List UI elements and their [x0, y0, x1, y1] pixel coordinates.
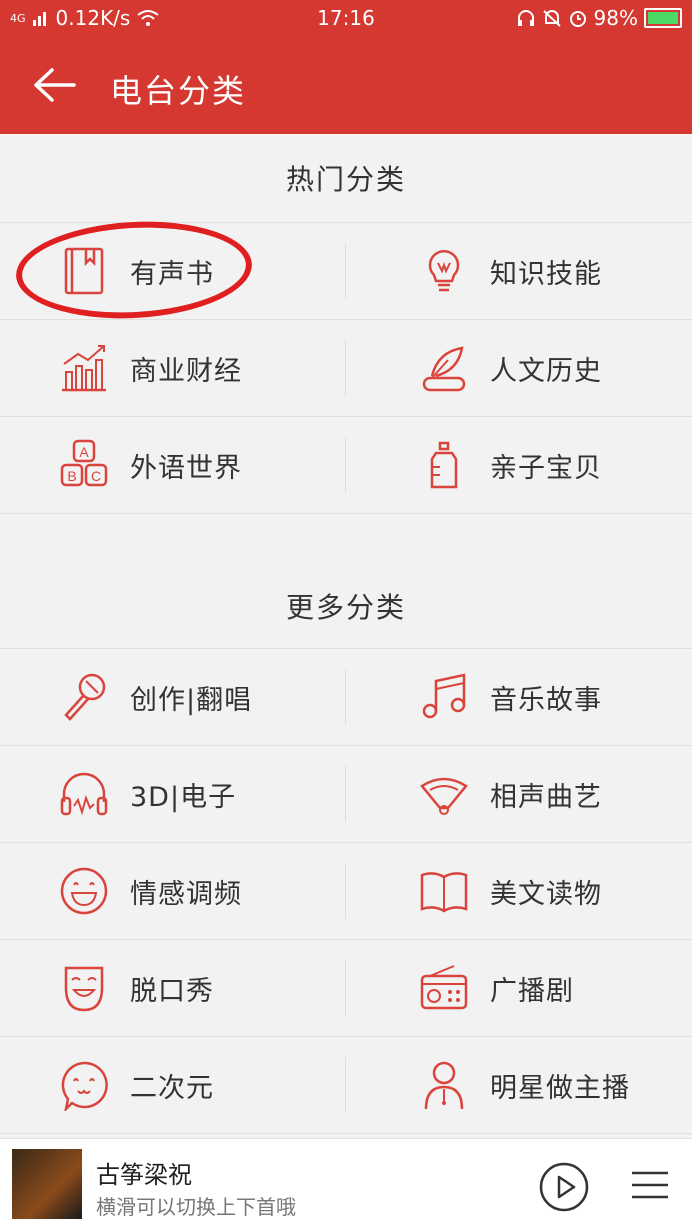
- lightbulb-icon: [428, 249, 460, 292]
- category-label: 二次元: [130, 1072, 214, 1104]
- category-label: 知识技能: [490, 258, 602, 290]
- category-business[interactable]: 商业财经: [0, 320, 345, 416]
- category-label: 脱口秀: [130, 975, 214, 1007]
- category-music-story[interactable]: 音乐故事: [346, 649, 691, 745]
- more-category-grid: 创作|翻唱 音乐故事 3D|电子 相声曲艺 情感调频 美文读物 脱口秀 广播剧 …: [0, 648, 692, 1134]
- category-row: 脱口秀 广播剧: [0, 939, 692, 1036]
- category-label: 情感调频: [130, 878, 242, 910]
- category-label: 广播剧: [490, 975, 574, 1007]
- fan-icon: [420, 777, 468, 815]
- category-emotion[interactable]: 情感调频: [0, 843, 345, 939]
- anime-face-icon: [61, 1061, 108, 1111]
- hot-section-heading: 热门分类: [285, 163, 406, 196]
- abc-blocks-icon: AB C: [60, 439, 108, 487]
- album-cover[interactable]: [12, 1149, 82, 1219]
- category-talkshow[interactable]: 脱口秀: [0, 940, 345, 1036]
- mini-player[interactable]: 古筝梁祝 横滑可以切换上下首哦: [0, 1138, 692, 1231]
- category-label: 美文读物: [490, 878, 602, 910]
- category-label: 明星做主播: [490, 1072, 630, 1104]
- svg-text:C: C: [91, 468, 101, 484]
- category-star-host[interactable]: 明星做主播: [346, 1037, 691, 1133]
- radio-icon: [420, 965, 468, 1010]
- category-label: 商业财经: [130, 355, 242, 387]
- category-knowledge[interactable]: 知识技能: [346, 223, 691, 319]
- status-bar: 4G 0.12K/s 17:16 98%: [0, 0, 692, 36]
- battery-level: 98%: [593, 6, 638, 30]
- play-icon[interactable]: [538, 1161, 590, 1213]
- category-label: 创作|翻唱: [130, 684, 253, 716]
- alarm-icon: [569, 11, 586, 27]
- category-language[interactable]: ABC 外语世界: [0, 417, 345, 513]
- open-book-icon: [420, 872, 468, 913]
- category-cover-singing[interactable]: 创作|翻唱: [0, 649, 345, 745]
- microphone-icon: [64, 673, 106, 721]
- category-row: 商业财经 人文历史: [0, 319, 692, 416]
- category-electronic[interactable]: 3D|电子: [0, 746, 345, 842]
- battery-icon: [644, 8, 682, 28]
- svg-text:A: A: [79, 444, 89, 460]
- category-row: 二次元 明星做主播: [0, 1036, 692, 1134]
- headset-icon: [517, 10, 534, 26]
- more-section-heading: 更多分类: [285, 591, 406, 624]
- bar-chart-icon: [62, 345, 106, 392]
- category-label: 相声曲艺: [490, 781, 602, 813]
- category-essay[interactable]: 美文读物: [346, 843, 691, 939]
- svg-text:B: B: [67, 468, 76, 484]
- category-parenting[interactable]: 亲子宝贝: [346, 417, 691, 513]
- category-label: 外语世界: [130, 452, 242, 484]
- category-row: ABC 外语世界 亲子宝贝: [0, 416, 692, 514]
- category-anime[interactable]: 二次元: [0, 1037, 345, 1133]
- music-note-icon: [422, 673, 466, 719]
- category-label: 3D|电子: [130, 781, 237, 813]
- mute-bell-icon: [542, 10, 561, 27]
- playlist-icon[interactable]: [628, 1167, 672, 1203]
- baby-bottle-icon: [430, 441, 458, 489]
- category-row: 情感调频 美文读物: [0, 842, 692, 939]
- quill-scroll-icon: [422, 346, 466, 392]
- category-label: 人文历史: [490, 355, 602, 387]
- track-title: 古筝梁祝: [96, 1161, 192, 1189]
- category-label: 亲子宝贝: [490, 452, 602, 484]
- back-arrow-icon[interactable]: [30, 66, 78, 104]
- category-label: 音乐故事: [490, 684, 602, 716]
- track-hint: 横滑可以切换上下首哦: [96, 1195, 296, 1219]
- mask-icon: [64, 966, 104, 1012]
- star-person-icon: [424, 1061, 464, 1110]
- app-bar: 电台分类: [0, 36, 692, 134]
- category-crosstalk[interactable]: 相声曲艺: [346, 746, 691, 842]
- category-row: 3D|电子 相声曲艺: [0, 745, 692, 842]
- page-title: 电台分类: [110, 72, 247, 110]
- category-radio-drama[interactable]: 广播剧: [346, 940, 691, 1036]
- category-row: 创作|翻唱 音乐故事: [0, 648, 692, 745]
- headphones-icon: [60, 772, 108, 816]
- category-history[interactable]: 人文历史: [346, 320, 691, 416]
- smiley-icon: [60, 867, 108, 915]
